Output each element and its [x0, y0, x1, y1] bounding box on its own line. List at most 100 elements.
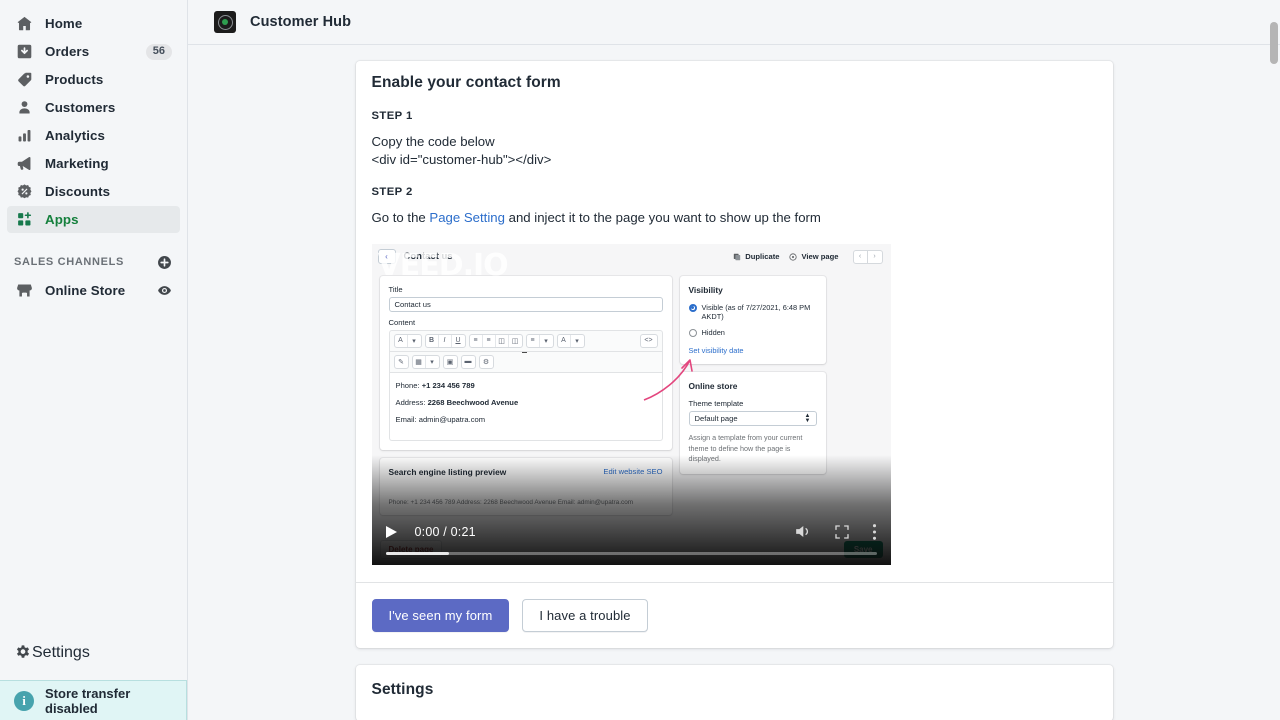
page-setting-link[interactable]: Page Setting: [429, 210, 505, 225]
discounts-percent-icon: [14, 182, 34, 202]
italic-icon: I: [439, 334, 452, 347]
chevron-down-icon: ▾: [412, 337, 416, 345]
editor-toolbar-row-1: A ▾ BIU ≡ ≡ ◫ ◫ ≡ ▾ A ▾ <>: [388, 329, 663, 352]
sidebar-item-products[interactable]: Products: [7, 66, 180, 93]
chevron-down-icon: ▾: [575, 337, 579, 345]
table-icon: ▦: [413, 355, 426, 368]
more-options-icon[interactable]: [872, 523, 877, 541]
have-a-trouble-button[interactable]: I have a trouble: [522, 598, 648, 633]
sidebar: Home Orders 56 Products Customers Analyt…: [0, 0, 188, 720]
app-root: Home Orders 56 Products Customers Analyt…: [0, 0, 1280, 720]
step-2-text: Go to the Page Setting and inject it to …: [356, 198, 1113, 227]
video-controls-bar: 0:00 / 0:21: [372, 517, 891, 565]
toolbar-group-image: ▣: [442, 354, 458, 369]
video-frame-page-title: Contact us: [403, 251, 453, 262]
chevron-down-icon: ▾: [544, 337, 548, 345]
products-tag-icon: [14, 70, 34, 90]
sidebar-item-label: Orders: [45, 43, 90, 59]
content-field-label: Content: [388, 317, 416, 327]
editor-toolbar-row-2: ✎ ▦ ▾ ▣ ▬ ⚙: [388, 351, 663, 373]
radio-selected-icon: [688, 303, 697, 312]
store-transfer-banner[interactable]: i Store transfer disabled: [0, 680, 187, 720]
link-icon: ✎: [398, 358, 404, 366]
toolbar-group-video: ▬: [460, 354, 476, 369]
text-color-icon: A: [558, 334, 571, 347]
fullscreen-icon[interactable]: [834, 524, 850, 540]
sidebar-item-analytics[interactable]: Analytics: [7, 122, 180, 149]
content-line-value: 2268 Beechwood Avenue: [427, 397, 519, 407]
title-field-label: Title: [388, 284, 403, 294]
marketing-megaphone-icon: [14, 154, 34, 174]
video-frame-actions: Duplicate View page ‹ ›: [733, 249, 883, 264]
visibility-option-visible: Visible (as of 7/27/2021, 6:48 PM AKDT): [688, 302, 817, 323]
store-transfer-label: Store transfer disabled: [45, 685, 131, 716]
video-frame-left-column: Title Contact us Content A ▾ BIU ≡ ≡ ◫ ◫ ≡ ▾: [379, 275, 672, 523]
set-visibility-date-link: Set visibility date: [688, 346, 744, 356]
sidebar-item-marketing[interactable]: Marketing: [7, 150, 180, 177]
visibility-hidden-label: Hidden: [701, 328, 725, 338]
page-title: Customer Hub: [250, 14, 352, 30]
bold-icon: B: [426, 334, 439, 347]
step-2-prefix: Go to the: [371, 210, 430, 225]
content-line-label: Address:: [395, 397, 428, 407]
video-progress-bar[interactable]: [385, 551, 877, 555]
settings-card: Settings: [355, 665, 1113, 720]
sidebar-item-label: Analytics: [45, 127, 106, 143]
content-line-label: Phone:: [395, 380, 422, 390]
indent-icon: ◫: [511, 337, 519, 345]
orders-count-badge: 56: [145, 43, 172, 60]
play-icon[interactable]: [385, 525, 397, 538]
visibility-visible-label: Visible (as of 7/27/2021, 6:48 PM AKDT): [701, 302, 811, 322]
font-icon: A: [395, 334, 408, 347]
sidebar-item-discounts[interactable]: Discounts: [7, 178, 180, 205]
seo-title: Search engine listing preview: [388, 466, 507, 477]
outdent-icon: ◫: [496, 334, 509, 347]
page-pager: ‹ ›: [852, 249, 883, 264]
tutorial-video-player[interactable]: ‹ Contact us Duplicate View page ‹ › Tit…: [371, 243, 891, 565]
analytics-bars-icon: [14, 126, 34, 146]
edit-website-seo-link: Edit website SEO: [603, 467, 663, 476]
page-editor-card: Title Contact us Content A ▾ BIU ≡ ≡ ◫ ◫ ≡ ▾: [379, 275, 672, 450]
view-page-label: View page: [801, 252, 839, 261]
underline-icon: U: [455, 337, 461, 344]
apps-grid-icon: [14, 210, 34, 230]
sidebar-item-orders[interactable]: Orders 56: [7, 38, 180, 65]
content-line: Phone: +1 234 456 789: [396, 381, 656, 390]
editor-content-area: Phone: +1 234 456 789 Address: 2268 Beec…: [388, 372, 663, 441]
seen-my-form-button[interactable]: I've seen my form: [371, 598, 510, 633]
scrollbar-thumb[interactable]: [1270, 22, 1278, 64]
video-frame-topbar: ‹ Contact us Duplicate View page ‹ ›: [372, 244, 891, 270]
online-store-card: Online store Theme template Default page…: [679, 372, 826, 474]
sidebar-item-online-store[interactable]: Online Store: [7, 277, 180, 304]
back-arrow-icon: ‹: [377, 249, 396, 264]
seo-meta-description: Phone: +1 234 456 789 Address: 2268 Beec…: [388, 498, 634, 506]
eye-icon[interactable]: [157, 283, 172, 298]
customer-hub-logo-icon: [214, 11, 236, 33]
video-controls-right: [793, 522, 877, 541]
customers-person-icon: [14, 98, 34, 118]
radio-unselected-icon: [688, 329, 697, 338]
embed-code-snippet[interactable]: <div id="customer-hub"></div>: [356, 151, 1113, 169]
step-1-label: STEP 1: [371, 110, 413, 122]
sidebar-settings-label: Settings: [32, 643, 90, 661]
sidebar-item-label: Discounts: [45, 183, 111, 199]
sidebar-item-home[interactable]: Home: [7, 10, 180, 37]
main-area: Customer Hub Enable your contact form ST…: [188, 0, 1280, 720]
chevron-down-icon: ▾: [430, 358, 434, 366]
sidebar-item-label: Online Store: [45, 282, 126, 298]
card-actions: I've seen my form I have a trouble: [356, 583, 1113, 649]
volume-icon[interactable]: [793, 522, 812, 541]
toolbar-group-table: ▦ ▾: [411, 354, 440, 369]
sales-channels-header: SALES CHANNELS: [7, 251, 180, 273]
theme-template-value: Default page: [694, 414, 738, 424]
sidebar-item-customers[interactable]: Customers: [7, 94, 180, 121]
content-line: Email: admin@upatra.com: [396, 415, 656, 424]
page-scrollbar[interactable]: [1265, 0, 1280, 720]
add-sales-channel-icon[interactable]: [157, 255, 172, 270]
sidebar-item-settings[interactable]: Settings: [7, 639, 180, 666]
toolbar-group-lists: ≡ ≡ ◫ ◫: [468, 333, 523, 348]
theme-template-select: Default page ▲ ▼: [688, 411, 817, 427]
sidebar-item-label: Marketing: [45, 155, 109, 171]
sidebar-item-apps[interactable]: Apps: [7, 206, 180, 233]
info-icon: i: [14, 690, 34, 711]
